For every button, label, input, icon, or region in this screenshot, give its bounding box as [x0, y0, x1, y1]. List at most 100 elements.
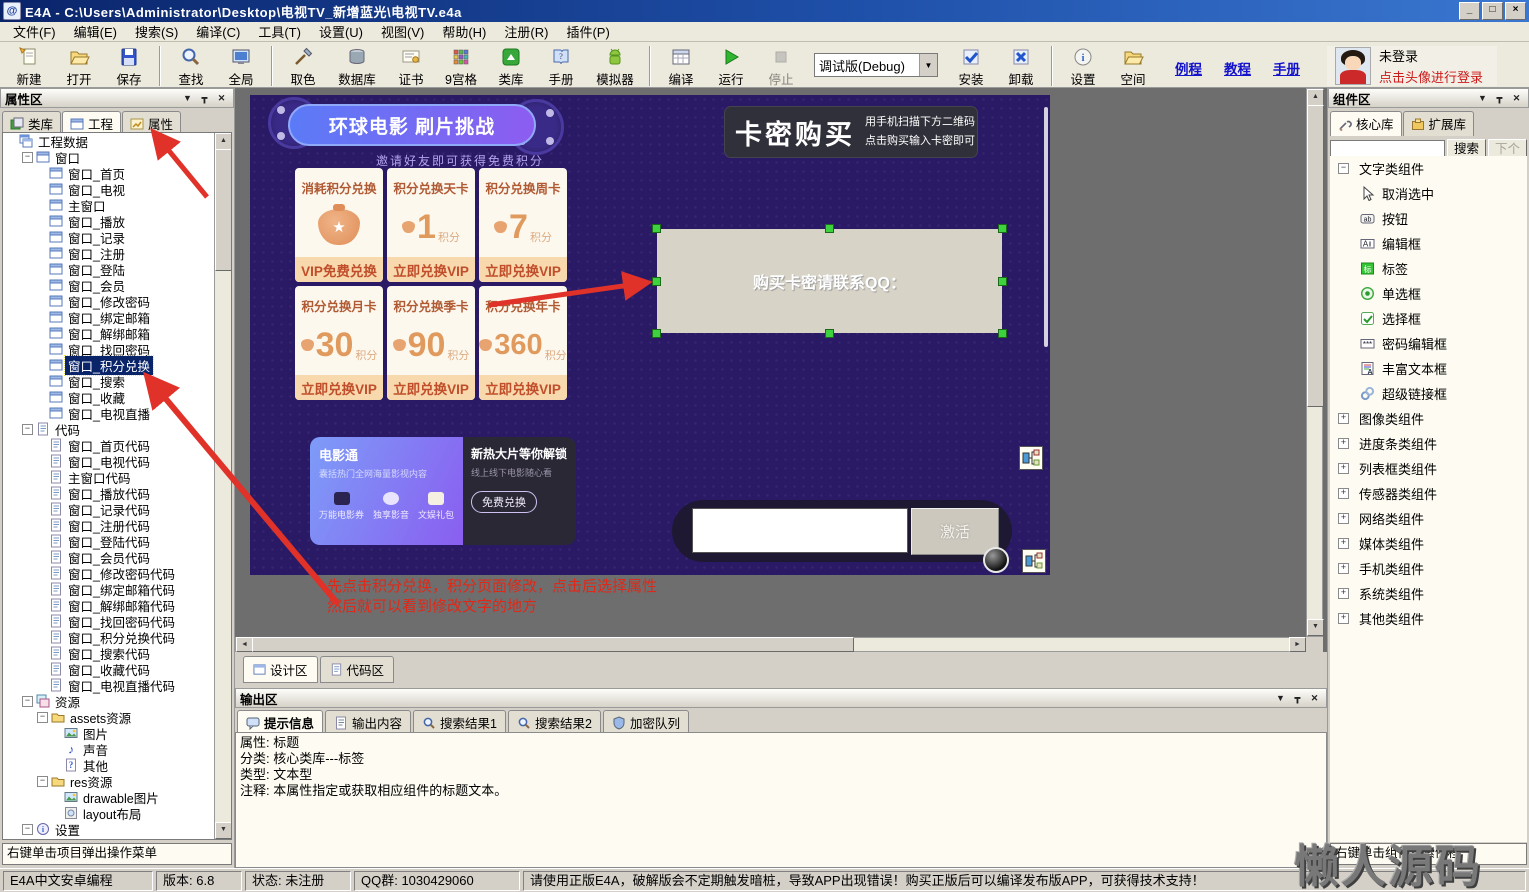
tree-item[interactable]: 图片 — [3, 725, 231, 741]
tree-item[interactable]: ♪声音 — [3, 741, 231, 757]
component-group[interactable]: +传感器类组件 — [1330, 481, 1527, 506]
component-group[interactable]: +其他类组件 — [1330, 606, 1527, 631]
points-card[interactable]: 积分兑换周卡7积分立即兑换VIP — [479, 168, 567, 282]
close-button[interactable]: × — [1505, 2, 1526, 20]
tree-item[interactable]: −assets资源 — [3, 709, 231, 725]
component-group[interactable]: +系统类组件 — [1330, 581, 1527, 606]
tree-expander-icon[interactable]: + — [1338, 438, 1349, 449]
toolbar-button-space[interactable]: 空间 — [1108, 44, 1158, 85]
toolbar-button-install[interactable]: 安装 — [946, 44, 996, 85]
selected-label-component[interactable]: 购买卡密请联系QQ： — [657, 229, 1002, 333]
panel-collapse-icon[interactable]: ▼ — [1475, 91, 1490, 105]
selection-handle[interactable] — [998, 329, 1007, 338]
tree-expander-icon[interactable]: − — [1338, 163, 1349, 174]
scroll-right-icon[interactable]: ► — [1289, 637, 1306, 652]
tree-item[interactable]: 窗口_电视直播代码 — [3, 677, 231, 693]
component-item[interactable]: 取消选中 — [1330, 181, 1527, 206]
panel-collapse-icon[interactable]: ▼ — [1273, 691, 1288, 705]
link-0[interactable]: 例程 — [1175, 58, 1202, 78]
component-group[interactable]: −文字类组件 — [1330, 156, 1527, 181]
menu-item-6[interactable]: 视图(V) — [372, 20, 433, 43]
tab-design-area[interactable]: 设计区 — [243, 656, 318, 683]
toolbar-button-database[interactable]: 数据库 — [328, 44, 386, 85]
scroll-up-icon[interactable]: ▲ — [1307, 89, 1324, 106]
menu-item-8[interactable]: 注册(R) — [495, 20, 557, 43]
panel-pin-icon[interactable]: ┳ — [197, 91, 212, 105]
card-exchange-button[interactable]: VIP免费兑换 — [295, 257, 383, 282]
component-group[interactable]: +进度条类组件 — [1330, 431, 1527, 456]
toolbar-button-picker[interactable]: 取色 — [278, 44, 328, 85]
menu-item-7[interactable]: 帮助(H) — [433, 20, 495, 43]
tree-item[interactable]: 属性 — [3, 837, 231, 840]
tree-expander-icon[interactable]: − — [22, 824, 33, 835]
card-exchange-button[interactable]: 立即兑换VIP — [295, 375, 383, 400]
panel-pin-icon[interactable]: ┳ — [1492, 91, 1507, 105]
tree-expander-icon[interactable]: − — [22, 424, 33, 435]
tree-expander-icon[interactable]: + — [1338, 588, 1349, 599]
card-key-input[interactable] — [692, 508, 908, 553]
link-1[interactable]: 教程 — [1224, 58, 1251, 78]
component-item[interactable]: 超级链接框 — [1330, 381, 1527, 406]
panel-close-icon[interactable]: ✕ — [1509, 91, 1524, 105]
tree-item[interactable]: 窗口_电视 — [3, 181, 231, 197]
project-tree-scrollbar[interactable]: ▲ ▼ — [214, 133, 231, 839]
menu-item-2[interactable]: 搜索(S) — [126, 20, 187, 43]
orientation-toggle-icon[interactable] — [983, 547, 1009, 573]
menu-item-1[interactable]: 编辑(E) — [65, 20, 126, 43]
tree-item[interactable]: 窗口_电视直播 — [3, 405, 231, 421]
menu-item-9[interactable]: 插件(P) — [557, 20, 618, 43]
tree-expander-icon[interactable]: − — [22, 696, 33, 707]
menu-item-4[interactable]: 工具(T) — [249, 20, 310, 43]
component-item[interactable]: ab按钮 — [1330, 206, 1527, 231]
tree-expander-icon[interactable]: − — [37, 776, 48, 787]
canvas-horizontal-scrollbar[interactable]: ◄ ► — [235, 637, 1306, 652]
card-exchange-button[interactable]: 立即兑换VIP — [479, 257, 567, 282]
component-tree-toggle-icon[interactable] — [1022, 549, 1046, 573]
toolbar-button-emulator[interactable]: 模拟器 — [586, 44, 644, 85]
component-item[interactable]: 选择框 — [1330, 306, 1527, 331]
scroll-left-icon[interactable]: ◄ — [236, 637, 253, 652]
tree-expander-icon[interactable]: + — [1338, 463, 1349, 474]
toolbar-button-libs[interactable]: 类库 — [486, 44, 536, 85]
scroll-down-icon[interactable]: ▼ — [1307, 619, 1324, 636]
menu-item-5[interactable]: 设置(U) — [310, 20, 372, 43]
points-card[interactable]: 消耗积分兑换★VIP免费兑换 — [295, 168, 383, 282]
component-item[interactable]: ***密码编辑框 — [1330, 331, 1527, 356]
toolbar-button-find[interactable]: 查找 — [166, 44, 216, 85]
minimize-button[interactable]: _ — [1459, 2, 1480, 20]
toolbar-button-run[interactable]: 运行 — [706, 44, 756, 85]
chevron-down-icon[interactable]: ▼ — [919, 54, 937, 76]
component-group[interactable]: +媒体类组件 — [1330, 531, 1527, 556]
component-item[interactable]: 标标签 — [1330, 256, 1527, 281]
tree-expander-icon[interactable]: + — [1338, 538, 1349, 549]
link-2[interactable]: 手册 — [1273, 58, 1300, 78]
scroll-thumb[interactable] — [252, 637, 854, 652]
component-item[interactable]: 单选框 — [1330, 281, 1527, 306]
tree-expander-icon[interactable]: − — [37, 712, 48, 723]
card-exchange-button[interactable]: 立即兑换VIP — [479, 375, 567, 400]
component-tree-toggle-icon[interactable] — [1019, 446, 1043, 470]
component-item[interactable]: A编辑框 — [1330, 231, 1527, 256]
toolbar-button-cert[interactable]: 证书 — [386, 44, 436, 85]
toolbar-button-uninstall[interactable]: 卸载 — [996, 44, 1046, 85]
points-card[interactable]: 积分兑换季卡90积分立即兑换VIP — [387, 286, 475, 400]
scroll-thumb[interactable] — [1307, 105, 1324, 407]
toolbar-button-manual[interactable]: ?手册 — [536, 44, 586, 85]
toolbar-button-new[interactable]: 新建 — [4, 44, 54, 85]
selection-handle[interactable] — [652, 224, 661, 233]
selection-handle[interactable] — [652, 277, 661, 286]
menu-item-0[interactable]: 文件(F) — [4, 20, 65, 43]
canvas-vertical-scrollbar[interactable]: ▲ ▼ — [1306, 88, 1323, 637]
tree-item[interactable]: 工程数据 — [3, 133, 231, 149]
selection-handle[interactable] — [652, 329, 661, 338]
component-group[interactable]: +图像类组件 — [1330, 406, 1527, 431]
maximize-button[interactable]: □ — [1482, 2, 1503, 20]
tree-expander-icon[interactable]: + — [1338, 513, 1349, 524]
panel-close-icon[interactable]: ✕ — [214, 91, 229, 105]
selection-handle[interactable] — [998, 277, 1007, 286]
component-group[interactable]: +手机类组件 — [1330, 556, 1527, 581]
right-tab-扩展库[interactable]: 扩展库 — [1403, 111, 1475, 136]
toolbar-button-compile[interactable]: 编译 — [656, 44, 706, 85]
tree-expander-icon[interactable]: + — [1338, 413, 1349, 424]
tree-item[interactable]: layout布局 — [3, 805, 231, 821]
